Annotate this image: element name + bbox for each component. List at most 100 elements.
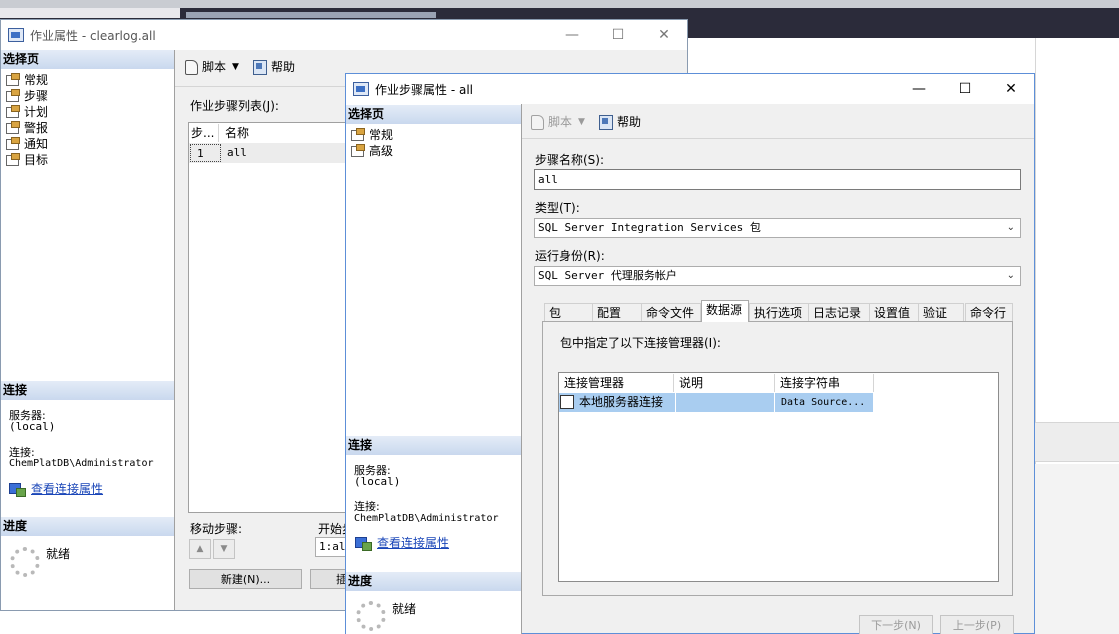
help-icon xyxy=(252,59,268,75)
connection-label: 连接: xyxy=(354,500,380,513)
progress-heading: 进度 xyxy=(346,572,521,591)
tab-set-values[interactable]: 设置值 xyxy=(869,303,919,321)
grid-header-description[interactable]: 说明 xyxy=(679,374,775,392)
progress-status: 就绪 xyxy=(392,602,417,616)
minimize-button[interactable]: — xyxy=(549,20,595,50)
view-connection-properties-link[interactable]: 查看连接属性 xyxy=(9,480,103,497)
window-title: 作业属性 - clearlog.all xyxy=(30,28,156,43)
connection-value: ChemPlatDB\Administrator xyxy=(354,513,499,524)
step-name-label: 步骤名称(S): xyxy=(535,153,605,167)
next-step-button[interactable]: 下一步(N) xyxy=(859,615,933,634)
nav-item-alerts[interactable]: 警报 xyxy=(5,119,48,135)
table-header-name[interactable]: 名称 xyxy=(225,124,355,142)
insert-step-button[interactable]: 插 xyxy=(310,569,347,589)
steps-table[interactable]: 步... 名称 1 all xyxy=(188,122,363,513)
type-select[interactable]: SQL Server Integration Services 包 ⌄ xyxy=(534,218,1021,238)
step-name-input[interactable]: all xyxy=(534,169,1021,190)
table-row[interactable]: 本地服务器连接 Data Source... xyxy=(559,393,873,412)
page-icon xyxy=(5,120,20,134)
grid-cell-manager: 本地服务器连接 xyxy=(579,395,664,409)
help-icon xyxy=(598,114,614,130)
connection-label: 连接: xyxy=(9,446,35,459)
chevron-down-icon[interactable]: ▼ xyxy=(578,117,585,127)
page-icon xyxy=(350,127,365,141)
page-icon xyxy=(5,104,20,118)
grid-header-manager[interactable]: 连接管理器 xyxy=(564,374,674,392)
close-button[interactable]: ✕ xyxy=(988,74,1034,104)
nav-item-general[interactable]: 常规 xyxy=(5,71,48,87)
type-label: 类型(T): xyxy=(535,201,580,215)
select-page-heading: 选择页 xyxy=(1,50,174,69)
start-step-select[interactable]: 1:all xyxy=(315,537,352,557)
steps-list-label: 作业步骤列表(J): xyxy=(190,99,279,113)
progress-spinner-icon xyxy=(10,547,40,577)
move-up-button[interactable]: ▲ xyxy=(189,539,211,559)
chevron-down-icon: ⌄ xyxy=(1006,270,1015,281)
view-connection-properties-link[interactable]: 查看连接属性 xyxy=(355,534,449,551)
script-button[interactable]: 脚本 ▼ xyxy=(529,113,585,130)
step-window-titlebar: 作业步骤属性 - all — ☐ ✕ xyxy=(346,74,1034,104)
move-step-label: 移动步骤: xyxy=(190,522,243,536)
nav-item-targets[interactable]: 目标 xyxy=(5,151,48,167)
job-window-titlebar: 作业属性 - clearlog.all — ☐ ✕ xyxy=(1,20,687,50)
row-checkbox[interactable] xyxy=(560,395,574,409)
tab-execution-options[interactable]: 执行选项 xyxy=(749,303,809,321)
job-left-pane: 选择页 常规 步骤 计划 警报 通知 目标 连接 服务器: (local) 连接… xyxy=(1,50,175,610)
nav-item-notifications[interactable]: 通知 xyxy=(5,135,48,151)
script-icon xyxy=(183,59,199,75)
connection-heading: 连接 xyxy=(1,381,174,400)
tab-data-sources[interactable]: 数据源 xyxy=(701,300,749,322)
tab-configuration[interactable]: 配置 xyxy=(592,303,642,321)
maximize-button[interactable]: ☐ xyxy=(595,20,641,50)
step-left-pane: 选择页 常规 高级 连接 服务器: (local) 连接: ChemPlatDB… xyxy=(346,104,522,634)
connection-managers-label: 包中指定了以下连接管理器(I): xyxy=(560,336,721,350)
grid-header-connection-string[interactable]: 连接字符串 xyxy=(780,374,874,392)
help-button[interactable]: 帮助 xyxy=(252,58,295,75)
connection-value: ChemPlatDB\Administrator xyxy=(9,458,154,469)
nav-item-steps[interactable]: 步骤 xyxy=(5,87,48,103)
script-button[interactable]: 脚本 ▼ xyxy=(183,58,239,75)
tab-package[interactable]: 包 xyxy=(544,303,594,321)
page-icon xyxy=(5,72,20,86)
page-icon xyxy=(350,143,365,157)
close-button[interactable]: ✕ xyxy=(641,20,687,50)
window-title: 作业步骤属性 - all xyxy=(375,82,473,97)
grid-cell-connection-string: Data Source... xyxy=(781,397,866,408)
progress-status: 就绪 xyxy=(46,547,71,561)
progress-spinner-icon xyxy=(356,601,386,631)
toolbar-divider xyxy=(522,138,1034,139)
script-icon xyxy=(529,114,545,130)
progress-heading: 进度 xyxy=(1,517,174,536)
up-arrow-icon: ▲ xyxy=(196,544,204,554)
app-icon xyxy=(353,82,369,96)
server-value: (local) xyxy=(354,475,401,488)
nav-item-schedule[interactable]: 计划 xyxy=(5,103,48,119)
chevron-down-icon[interactable]: ▼ xyxy=(232,62,239,72)
page-icon xyxy=(5,88,20,102)
new-step-button[interactable]: 新建(N)... xyxy=(189,569,302,589)
job-step-properties-window: 作业步骤属性 - all — ☐ ✕ 选择页 常规 高级 连接 服务器: (lo… xyxy=(345,73,1035,634)
chevron-down-icon: ⌄ xyxy=(1006,222,1015,233)
run-as-select[interactable]: SQL Server 代理服务帐户 ⌄ xyxy=(534,266,1021,286)
run-as-label: 运行身份(R): xyxy=(535,249,605,263)
minimize-button[interactable]: — xyxy=(896,74,942,104)
help-button[interactable]: 帮助 xyxy=(598,113,641,130)
page-icon xyxy=(5,152,20,166)
connection-properties-icon xyxy=(355,536,372,551)
app-icon xyxy=(8,28,24,42)
tab-logging[interactable]: 日志记录 xyxy=(808,303,870,321)
select-page-heading: 选择页 xyxy=(346,105,521,124)
tab-verification[interactable]: 验证 xyxy=(918,303,964,321)
table-cell-name: all xyxy=(227,146,247,159)
nav-item-advanced[interactable]: 高级 xyxy=(350,142,393,158)
table-row[interactable]: 1 all xyxy=(189,143,362,163)
previous-step-button[interactable]: 上一步(P) xyxy=(940,615,1014,634)
maximize-button[interactable]: ☐ xyxy=(942,74,988,104)
tab-command-line[interactable]: 命令行 xyxy=(965,303,1013,321)
nav-item-general[interactable]: 常规 xyxy=(350,126,393,142)
tab-command-files[interactable]: 命令文件 xyxy=(641,303,701,321)
connection-managers-grid[interactable]: 连接管理器 说明 连接字符串 本地服务器连接 Data Source... xyxy=(558,372,999,582)
down-arrow-icon: ▼ xyxy=(220,544,228,554)
move-down-button[interactable]: ▼ xyxy=(213,539,235,559)
table-header-step[interactable]: 步... xyxy=(191,124,219,142)
